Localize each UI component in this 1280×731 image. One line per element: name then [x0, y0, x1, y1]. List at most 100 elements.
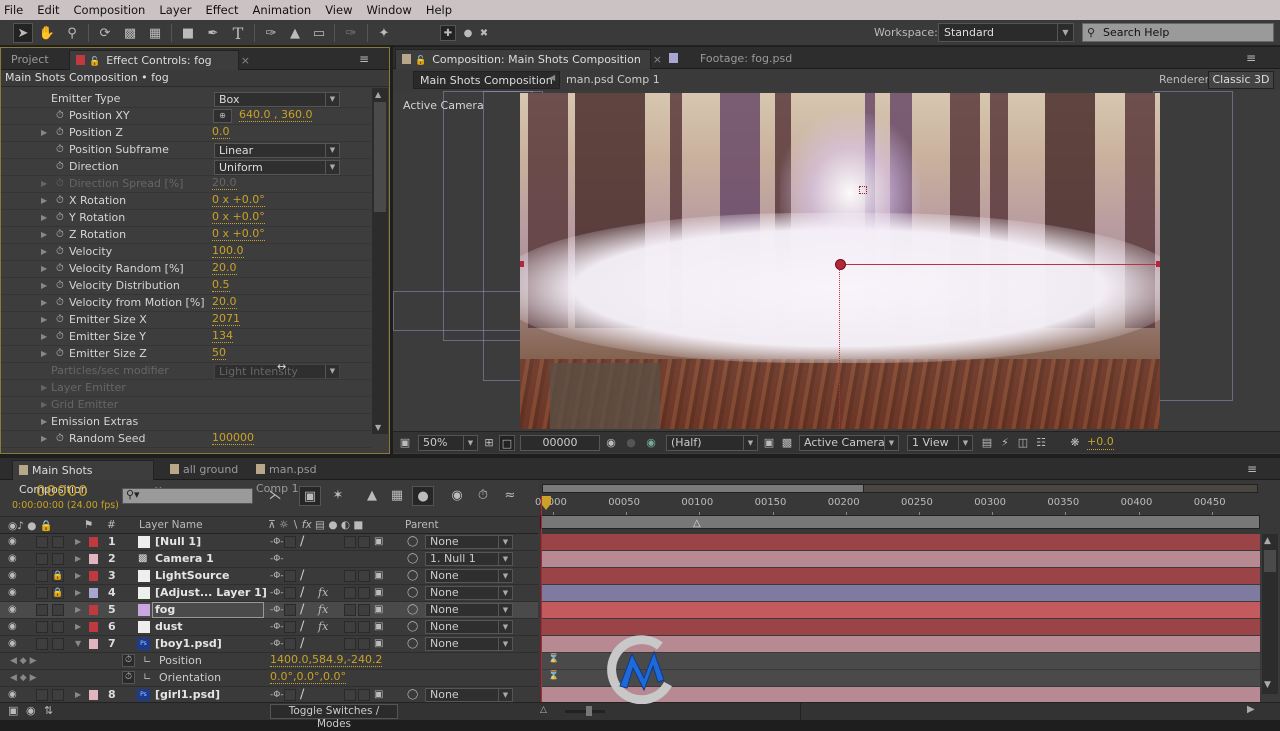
region-of-interest-icon[interactable]: ▣ — [761, 435, 777, 451]
parent-pickwhip-icon[interactable]: ◯ — [407, 585, 418, 601]
motion-blur-switch[interactable] — [344, 689, 356, 701]
close-icon[interactable]: × — [241, 51, 250, 70]
panel-menu-icon[interactable]: ≡ — [359, 52, 369, 66]
twirl-arrow-icon[interactable]: ▶ — [41, 227, 47, 243]
work-area-bar[interactable] — [540, 515, 1260, 529]
parent-pickwhip-icon[interactable]: ◯ — [407, 619, 418, 635]
property-value[interactable]: 134 — [212, 329, 233, 343]
panel-menu-icon[interactable]: ≡ — [1247, 462, 1257, 476]
workspace-select[interactable]: Standard ▼ — [938, 23, 1074, 42]
motion-blur-switch[interactable] — [344, 638, 356, 650]
visibility-eye-icon[interactable]: ◉ — [8, 636, 17, 652]
reset-exposure-icon[interactable]: ❋ — [1067, 435, 1083, 451]
zoom-out-icon[interactable]: △ — [540, 705, 547, 715]
scroll-right-icon[interactable]: ▶ — [1247, 704, 1255, 715]
tab-footage[interactable]: Footage: fog.psd — [663, 49, 823, 69]
layer-name[interactable]: [Null 1] — [155, 534, 201, 550]
graph-icon[interactable]: ∟ — [143, 653, 151, 669]
property-value[interactable]: 1400.0,584.9,-240.2 — [270, 653, 383, 667]
brainstorm-icon[interactable]: ● — [412, 486, 434, 506]
solo-switch[interactable] — [36, 570, 48, 582]
property-value[interactable]: 50 — [212, 346, 226, 360]
twirl-closed-icon[interactable]: ▶ — [75, 602, 81, 618]
3d-layer-icon[interactable]: ▣ — [374, 636, 383, 652]
label-color-swatch[interactable] — [89, 622, 98, 632]
toggle-pixel-aspect-icon[interactable]: ▤ — [979, 435, 995, 451]
label-color-swatch[interactable] — [89, 639, 98, 649]
property-value[interactable]: 0 x +0.0° — [212, 227, 265, 241]
crosshair-icon[interactable]: ⊕ — [213, 109, 232, 123]
camera-tool-icon[interactable]: ▩ — [120, 23, 140, 43]
tab-effect-controls[interactable]: 🔓 Effect Controls: fog × — [69, 50, 250, 70]
menu-animation[interactable]: Animation — [253, 3, 312, 17]
property-value[interactable]: 100.0 — [212, 244, 244, 258]
solo-switch[interactable] — [36, 689, 48, 701]
lock-switch[interactable] — [52, 536, 64, 548]
shy-switch-icon[interactable]: -Φ- — [270, 687, 284, 703]
camera-view-select[interactable]: Active Camera ▼ — [799, 435, 899, 451]
layer-row[interactable]: ◉ 🔒 ▶ 4 [Adjust... Layer 1] -Φ- ∕ fx ▣ ◯ None ▼ — [0, 585, 538, 602]
menu-edit[interactable]: Edit — [37, 3, 59, 17]
parent-select[interactable]: 1. Null 1 ▼ — [425, 552, 513, 566]
3d-layer-icon[interactable]: ▣ — [374, 585, 383, 601]
text-tool-icon[interactable]: T — [228, 23, 248, 43]
layer-name[interactable]: fog — [152, 602, 264, 618]
property-value[interactable]: 0.5 — [212, 278, 230, 292]
twirl-closed-icon[interactable]: ▶ — [75, 551, 81, 567]
tab-composition[interactable]: 🔓 Composition: Main Shots Composition × — [395, 49, 662, 69]
puppet-pin-tool-icon[interactable]: ✦ — [374, 23, 394, 43]
parent-select[interactable]: None ▼ — [425, 569, 513, 583]
menu-effect[interactable]: Effect — [205, 3, 238, 17]
renderer-button[interactable]: Classic 3D — [1208, 71, 1274, 89]
roto-brush-tool-icon[interactable]: ✑ — [341, 23, 361, 43]
property-value[interactable]: 100000 — [212, 431, 254, 445]
hand-tool-icon[interactable]: ✋ — [37, 23, 57, 43]
property-value[interactable]: 0.0°,0.0°,0.0° — [270, 670, 346, 684]
transfer-controls-pane-icon[interactable]: ◉ — [26, 704, 36, 717]
channel-rgb-icon[interactable]: ◉ — [643, 435, 659, 451]
solo-switch[interactable] — [36, 638, 48, 650]
graph-icon[interactable]: ∟ — [143, 670, 151, 686]
in-out-pane-icon[interactable]: ⇅ — [44, 704, 53, 717]
tab-project[interactable]: Project — [5, 50, 55, 70]
solo-switch[interactable] — [36, 553, 48, 565]
twirl-arrow-icon[interactable]: ▶ — [41, 346, 47, 362]
twirl-arrow-icon[interactable]: ▶ — [41, 414, 47, 430]
lock-switch[interactable] — [52, 604, 64, 616]
solo-switch[interactable] — [36, 536, 48, 548]
property-value[interactable]: 20.0 — [212, 295, 237, 309]
layer-name[interactable]: [girl1.psd] — [155, 687, 220, 703]
pan-behind-tool-icon[interactable]: ▦ — [145, 23, 165, 43]
property-dropdown[interactable]: Uniform ▼ — [214, 160, 340, 175]
twirl-arrow-icon[interactable]: ▶ — [41, 125, 47, 141]
property-value[interactable]: 0.0 — [212, 125, 230, 139]
visibility-eye-icon[interactable]: ◉ — [8, 568, 17, 584]
magnification-select[interactable]: 50% ▼ — [418, 435, 478, 451]
label-color-swatch[interactable] — [89, 571, 98, 581]
selection-tool-icon[interactable]: ➤ — [13, 23, 33, 43]
label-color-swatch[interactable] — [89, 605, 98, 615]
stopwatch-icon[interactable]: ⏱ — [56, 346, 64, 362]
stopwatch-icon[interactable]: ⏱ — [56, 193, 64, 209]
twirl-arrow-icon[interactable]: ▶ — [41, 329, 47, 345]
tab-all-ground[interactable]: all ground — [164, 460, 250, 480]
layer-duration-bar[interactable] — [542, 551, 1260, 567]
twirl-arrow-icon[interactable]: ▶ — [41, 312, 47, 328]
panel-menu-icon[interactable]: ≡ — [1246, 51, 1256, 65]
label-color-swatch[interactable] — [89, 690, 98, 700]
rotation-tool-icon[interactable]: ⟳ — [95, 23, 115, 43]
toggle-switches-modes-button[interactable]: Toggle Switches / Modes — [270, 704, 398, 730]
stopwatch-icon[interactable]: ⏱ — [56, 295, 64, 311]
label-color-swatch[interactable] — [89, 554, 98, 564]
shy-switch-icon[interactable]: -Φ- — [270, 534, 284, 550]
graph-editor-icon[interactable]: ◉ — [446, 486, 468, 506]
twirl-arrow-icon[interactable]: ▶ — [41, 176, 47, 192]
collapse-switch[interactable] — [284, 587, 296, 599]
stopwatch-icon[interactable]: ⏱ — [56, 210, 64, 226]
visibility-eye-icon[interactable]: ◉ — [8, 687, 17, 703]
effect-panel-scrollbar[interactable]: ▲ ▼ — [372, 88, 388, 434]
adjustment-switch[interactable] — [358, 604, 370, 616]
current-time-field[interactable]: 00000 — [520, 435, 600, 451]
scroll-down-icon[interactable]: ▼ — [1264, 680, 1271, 690]
parent-pickwhip-icon[interactable]: ◯ — [407, 687, 418, 703]
